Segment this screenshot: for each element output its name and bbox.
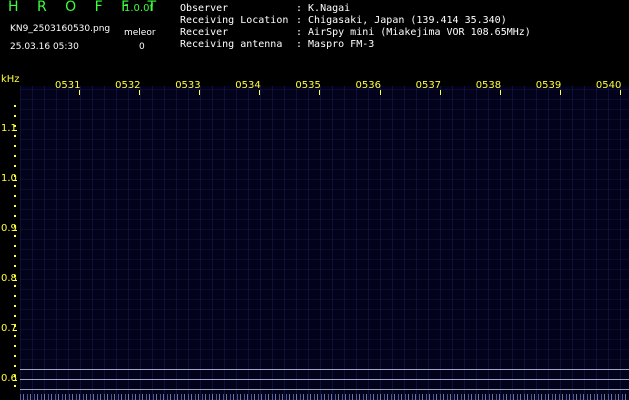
y-minor-tick	[14, 255, 16, 257]
x-tick-label: 0532	[115, 80, 141, 91]
x-tick-mark	[259, 90, 261, 95]
y-tick-mark	[13, 130, 17, 131]
y-minor-tick	[14, 155, 16, 157]
y-minor-tick	[14, 105, 16, 107]
info-row-observer: Observer : K.Nagai	[180, 3, 350, 14]
info-key: Receiving Location	[180, 15, 289, 26]
signal-strip	[20, 394, 629, 400]
x-tick-label: 0540	[595, 80, 622, 91]
x-tick-mark	[499, 90, 501, 95]
y-minor-tick	[14, 265, 16, 267]
info-key: Receiver	[180, 27, 229, 38]
x-tick-mark	[199, 90, 201, 95]
y-minor-tick	[14, 385, 16, 387]
y-minor-tick	[14, 225, 16, 227]
y-minor-tick	[14, 135, 16, 137]
y-minor-tick	[14, 115, 16, 117]
y-minor-tick	[14, 215, 16, 217]
reference-line	[20, 369, 629, 370]
y-minor-tick	[14, 335, 16, 337]
reference-line	[20, 389, 629, 390]
meleor-label: meleor	[124, 28, 156, 38]
info-row-location: Receiving Location : Chigasaki, Japan (13…	[180, 15, 507, 26]
y-minor-tick	[14, 295, 16, 297]
x-tick-mark	[139, 90, 141, 95]
x-tick-mark	[439, 90, 441, 95]
spectrogram-plot[interactable]	[20, 86, 629, 400]
datetime-label: 25.03.16 05:30	[10, 42, 79, 52]
x-tick-label: 0531	[55, 80, 81, 91]
info-value: : Maspro FM-3	[296, 39, 375, 50]
y-minor-tick	[14, 325, 16, 327]
y-minor-tick	[14, 125, 16, 127]
y-minor-tick	[14, 355, 16, 357]
filename-label: KN9_2503160530.png	[10, 24, 111, 34]
y-minor-tick	[14, 345, 16, 347]
x-tick-label: 0536	[355, 80, 381, 91]
y-tick-mark	[13, 280, 17, 281]
y-minor-tick	[14, 145, 16, 147]
y-minor-tick	[14, 185, 16, 187]
y-minor-tick	[14, 165, 16, 167]
meleor-count: 0	[139, 42, 145, 52]
x-tick-mark	[379, 90, 381, 95]
info-key: Receiving antenna	[180, 39, 283, 50]
y-minor-tick	[14, 305, 16, 307]
x-tick-label: 0533	[175, 80, 201, 91]
y-minor-tick	[14, 245, 16, 247]
y-minor-tick	[14, 365, 16, 367]
info-value: : K.Nagai	[296, 3, 351, 14]
info-row-antenna: Receiving antenna : Maspro FM-3	[180, 39, 374, 50]
y-minor-tick	[14, 175, 16, 177]
x-tick-mark	[319, 90, 321, 95]
info-key: Observer	[180, 3, 229, 14]
reference-line	[20, 379, 629, 380]
y-minor-tick	[14, 275, 16, 277]
info-value: : AirSpy mini (Miakejima VOR 108.65MHz)	[296, 27, 531, 38]
x-tick-label: 0538	[475, 80, 502, 91]
info-row-receiver: Receiver : AirSpy mini (Miakejima VOR 108…	[180, 27, 531, 38]
x-tick-mark	[619, 90, 621, 95]
y-axis-unit: kHz	[1, 74, 20, 85]
y-minor-tick	[14, 195, 16, 197]
x-tick-mark	[79, 90, 80, 95]
y-tick-mark	[13, 230, 17, 231]
version-label: 1.0.0f	[124, 3, 153, 14]
y-minor-tick	[14, 205, 16, 207]
y-tick-mark	[13, 380, 17, 381]
y-minor-tick	[14, 285, 16, 287]
x-tick-label: 0534	[235, 80, 261, 91]
y-tick-mark	[13, 180, 17, 181]
x-tick-label: 0539	[535, 80, 562, 91]
x-tick-label: 0535	[295, 80, 321, 91]
y-minor-tick	[14, 235, 16, 237]
x-tick-mark	[559, 90, 561, 95]
y-tick-mark	[13, 330, 17, 331]
x-tick-label: 0537	[415, 80, 442, 91]
info-value: : Chigasaki, Japan (139.414 35.340)	[296, 15, 507, 26]
y-minor-tick	[14, 375, 16, 377]
y-minor-tick	[14, 315, 16, 317]
